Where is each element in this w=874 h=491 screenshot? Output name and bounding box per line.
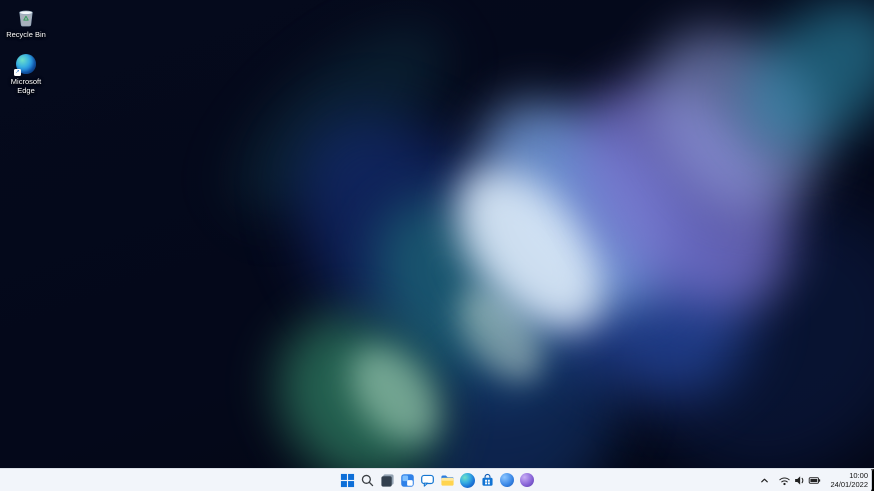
blue-app-icon [500, 473, 514, 487]
chat-button[interactable] [418, 471, 437, 490]
purple-app-button[interactable] [518, 471, 537, 490]
task-view-icon [380, 473, 395, 488]
shortcut-arrow-icon: ↗ [14, 69, 21, 76]
widgets-icon [400, 473, 415, 488]
tray-time: 10:00 [849, 471, 868, 480]
tray-date: 24/01/2022 [830, 480, 868, 489]
file-explorer-icon [440, 473, 455, 488]
purple-app-icon [520, 473, 534, 487]
file-explorer-button[interactable] [438, 471, 457, 490]
hidden-icons-button[interactable] [757, 474, 772, 487]
clock[interactable]: 10:00 24/01/2022 [827, 471, 871, 490]
task-view-button[interactable] [378, 471, 397, 490]
widgets-button[interactable] [398, 471, 417, 490]
edge-button[interactable] [458, 471, 477, 490]
battery-icon [808, 474, 821, 487]
recycle-bin-icon [15, 6, 37, 28]
blue-app-button[interactable] [498, 471, 517, 490]
edge-icon [460, 473, 475, 488]
desktop-icon-microsoft-edge[interactable]: ↗ Microsoft Edge [2, 50, 50, 97]
windows-logo-icon [340, 473, 355, 488]
search-button[interactable] [358, 471, 377, 490]
taskbar: 10:00 24/01/2022 [0, 468, 874, 491]
store-icon [480, 473, 495, 488]
taskbar-pinned-apps [0, 469, 874, 491]
desktop[interactable]: Recycle Bin ↗ Microsoft Edge [0, 0, 874, 491]
store-button[interactable] [478, 471, 497, 490]
chevron-up-icon [759, 475, 770, 486]
search-icon [360, 473, 375, 488]
network-icon [778, 474, 791, 487]
desktop-icon-recycle-bin[interactable]: Recycle Bin [2, 3, 50, 41]
desktop-icon-label: Recycle Bin [6, 30, 46, 39]
quick-settings-button[interactable] [776, 473, 823, 488]
wallpaper [0, 0, 874, 491]
system-tray: 10:00 24/01/2022 [757, 469, 871, 491]
desktop-icon-label: Microsoft Edge [3, 77, 49, 95]
volume-icon [793, 474, 806, 487]
chat-icon [420, 473, 435, 488]
start-button[interactable] [338, 471, 357, 490]
desktop-icon-list: Recycle Bin ↗ Microsoft Edge [0, 3, 52, 97]
